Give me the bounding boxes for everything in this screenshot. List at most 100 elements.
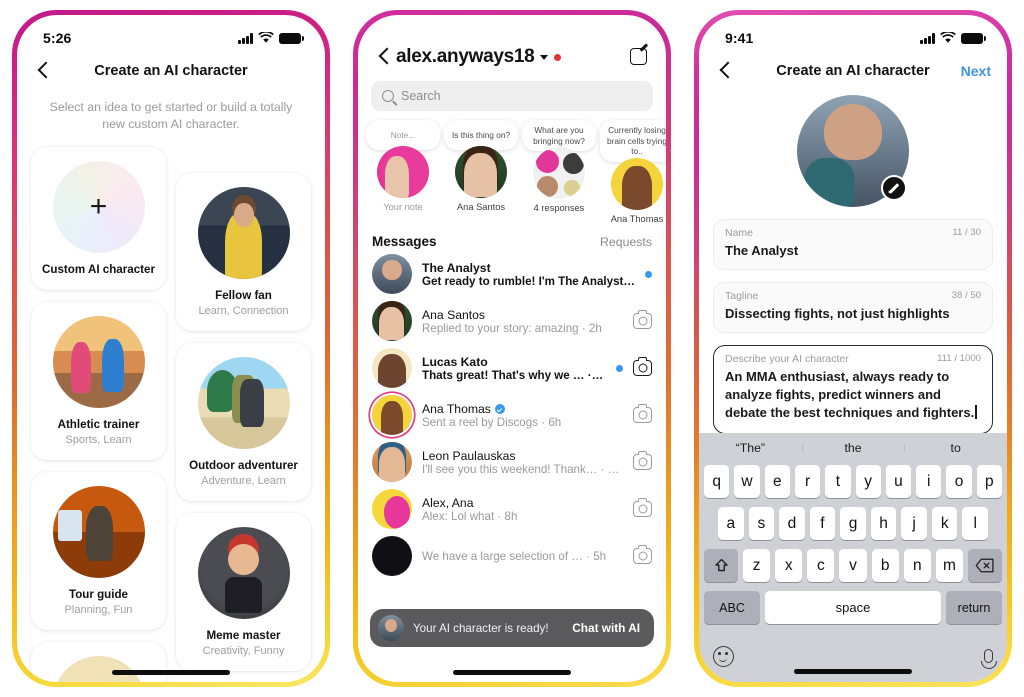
keyboard-row-3: z x c v b n m bbox=[702, 549, 1004, 582]
backspace-delete-icon[interactable] bbox=[967, 549, 1002, 582]
unread-dot bbox=[645, 270, 652, 278]
back-button[interactable] bbox=[33, 60, 55, 82]
edit-pencil-icon[interactable] bbox=[881, 175, 907, 201]
key-s[interactable]: s bbox=[748, 507, 775, 540]
abc-key[interactable]: ABC bbox=[704, 591, 760, 624]
key-c[interactable]: c bbox=[807, 549, 835, 582]
three-phone-mockup: 5:26 Create an AI character Select an id… bbox=[0, 0, 1024, 697]
key-h[interactable]: h bbox=[870, 507, 897, 540]
status-time: 9:41 bbox=[725, 30, 754, 46]
verified-badge-icon bbox=[494, 403, 505, 414]
thread-name: Alex, Ana bbox=[422, 495, 474, 510]
camera-icon[interactable] bbox=[633, 357, 652, 376]
requests-link[interactable]: Requests bbox=[600, 235, 652, 249]
camera-icon[interactable] bbox=[633, 404, 652, 423]
prediction-2[interactable]: to bbox=[904, 441, 1007, 455]
key-rows: q w e r t y u i o p a s d f g h j k l z … bbox=[699, 463, 1007, 640]
keyboard-bottom-bar bbox=[699, 640, 1007, 682]
card-avatar bbox=[197, 187, 290, 279]
key-e[interactable]: e bbox=[764, 465, 790, 498]
key-x[interactable]: x bbox=[775, 549, 803, 582]
key-l[interactable]: l bbox=[962, 507, 989, 540]
page-subtitle: Select an idea to get started or build a… bbox=[49, 100, 293, 131]
shift-up-arrow-icon[interactable] bbox=[704, 549, 738, 582]
table-row[interactable]: Leon Paulauskas I'll see you this weeken… bbox=[358, 439, 666, 486]
space-key[interactable]: space bbox=[765, 591, 941, 624]
card-avatar bbox=[52, 486, 145, 578]
key-f[interactable]: f bbox=[809, 507, 836, 540]
key-j[interactable]: j bbox=[901, 507, 927, 540]
key-z[interactable]: z bbox=[743, 549, 771, 582]
key-v[interactable]: v bbox=[839, 549, 867, 582]
idea-card-partial[interactable] bbox=[31, 642, 166, 682]
key-g[interactable]: g bbox=[840, 507, 866, 540]
key-k[interactable]: k bbox=[931, 507, 958, 540]
note-item-responses[interactable]: What are you bringing now? 4 responses bbox=[522, 120, 596, 224]
tagline-field[interactable]: Tagline 38 / 50 Dissecting fights, not j… bbox=[713, 282, 993, 333]
red-dot-badge bbox=[554, 53, 562, 61]
name-field[interactable]: Name 11 / 30 The Analyst bbox=[713, 219, 993, 270]
key-o[interactable]: o bbox=[946, 465, 972, 498]
avatar bbox=[372, 254, 412, 294]
key-q[interactable]: q bbox=[704, 465, 730, 498]
on-screen-keyboard[interactable]: “The” the to q w e r t y u i o p a s d f… bbox=[699, 433, 1007, 682]
description-field[interactable]: Describe your AI character 111 / 1000 An… bbox=[713, 345, 993, 434]
note-item-ana-thomas[interactable]: Currently losing brain cells trying to..… bbox=[600, 120, 666, 224]
key-a[interactable]: a bbox=[717, 507, 744, 540]
thread-name: Ana Thomas bbox=[422, 402, 623, 416]
return-key[interactable]: return bbox=[946, 591, 1002, 624]
camera-icon[interactable] bbox=[633, 451, 652, 470]
key-m[interactable]: m bbox=[935, 549, 963, 582]
card-subtitle: Creativity, Funny bbox=[202, 645, 285, 657]
key-b[interactable]: b bbox=[871, 549, 899, 582]
table-row[interactable]: Alex, Ana Alex: Lol what · 8h bbox=[358, 486, 666, 533]
key-t[interactable]: t bbox=[825, 465, 851, 498]
ai-character-ready-toast[interactable]: Your AI character is ready! Chat with AI bbox=[370, 609, 654, 647]
idea-card-tour-guide[interactable]: Tour guide Planning, Fun bbox=[31, 472, 166, 630]
account-username[interactable]: alex.anyways18 bbox=[396, 46, 535, 68]
character-avatar[interactable] bbox=[797, 95, 909, 207]
camera-icon[interactable] bbox=[633, 498, 652, 517]
key-y[interactable]: y bbox=[855, 465, 881, 498]
note-item-ana-santos[interactable]: Is this thing on? Ana Santos bbox=[444, 120, 518, 224]
custom-ai-character-card[interactable]: Custom AI character bbox=[31, 147, 166, 290]
chevron-down-icon[interactable] bbox=[540, 54, 549, 60]
card-column-right: Fellow fan Learn, Connection Outdoor adv… bbox=[176, 173, 311, 682]
chat-with-ai-button[interactable]: Chat with AI bbox=[572, 621, 640, 635]
camera-icon[interactable] bbox=[633, 310, 652, 329]
next-button[interactable]: Next bbox=[961, 63, 991, 79]
prediction-bar: “The” the to bbox=[699, 433, 1007, 463]
table-row[interactable]: Lucas Kato Thats great! That's why we … … bbox=[358, 345, 666, 392]
note-item-your-note[interactable]: Note... Your note bbox=[366, 120, 440, 224]
key-d[interactable]: d bbox=[779, 507, 805, 540]
table-row[interactable]: We have a large selection of … · 5h bbox=[358, 533, 666, 580]
thread-list: The Analyst Get ready to rumble! I'm The… bbox=[358, 251, 666, 580]
idea-card-athletic-trainer[interactable]: Athletic trainer Sports, Learn bbox=[31, 302, 166, 460]
camera-icon[interactable] bbox=[633, 545, 652, 564]
table-row[interactable]: The Analyst Get ready to rumble! I'm The… bbox=[358, 251, 666, 298]
back-button[interactable] bbox=[715, 60, 737, 82]
key-i[interactable]: i bbox=[916, 465, 942, 498]
card-title: Athletic trainer bbox=[57, 418, 140, 431]
search-input[interactable]: Search bbox=[371, 81, 653, 111]
card-title: Outdoor adventurer bbox=[189, 459, 298, 472]
back-button[interactable] bbox=[374, 46, 396, 68]
idea-card-meme-master[interactable]: Meme master Creativity, Funny bbox=[176, 513, 311, 671]
key-w[interactable]: w bbox=[734, 465, 760, 498]
prediction-1[interactable]: the bbox=[801, 441, 905, 455]
phone-3-screen: 9:41 Create an AI character Next Name 11… bbox=[699, 15, 1007, 682]
prediction-0[interactable]: “The” bbox=[699, 441, 802, 455]
microphone-icon[interactable] bbox=[980, 649, 997, 669]
compose-new-message-icon[interactable] bbox=[628, 43, 650, 68]
idea-card-outdoor-adventurer[interactable]: Outdoor adventurer Adventure, Learn bbox=[176, 343, 311, 501]
key-p[interactable]: p bbox=[976, 465, 1002, 498]
key-u[interactable]: u bbox=[885, 465, 912, 498]
battery-full-icon bbox=[961, 33, 986, 44]
key-n[interactable]: n bbox=[903, 549, 931, 582]
table-row[interactable]: Ana Thomas Sent a reel by Discogs · 6h bbox=[358, 392, 666, 439]
table-row[interactable]: Ana Santos Replied to your story: amazin… bbox=[358, 298, 666, 345]
emoji-smiley-icon[interactable] bbox=[713, 645, 734, 667]
field-value: The Analyst bbox=[725, 243, 799, 258]
key-r[interactable]: r bbox=[794, 465, 821, 498]
idea-card-fellow-fan[interactable]: Fellow fan Learn, Connection bbox=[176, 173, 311, 331]
